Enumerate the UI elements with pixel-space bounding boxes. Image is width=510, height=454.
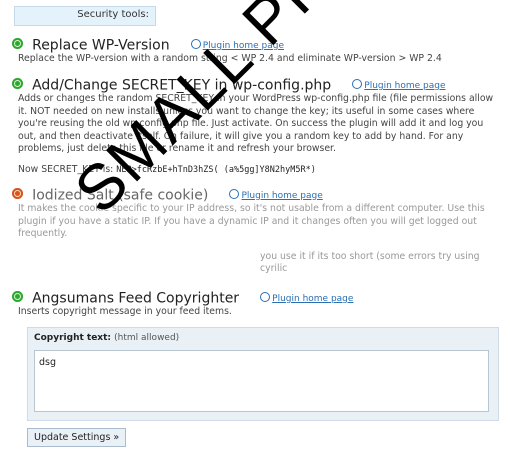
section-header: Security tools: xyxy=(14,6,156,26)
copyright-text-input[interactable] xyxy=(34,350,489,412)
update-settings-button[interactable]: Update Settings » xyxy=(27,428,127,447)
plugin-note: you use it if its too short (some errors… xyxy=(260,250,480,275)
plugin-home-link[interactable]: Plugin home page xyxy=(352,79,446,91)
plugin-description: Adds or changes the random SECRET_KEY in… xyxy=(18,93,494,155)
status-on-icon[interactable] xyxy=(12,78,23,89)
link-icon xyxy=(260,292,271,303)
copyright-note: (html allowed) xyxy=(114,333,180,343)
plugin-home-link[interactable]: Plugin home page xyxy=(260,292,353,304)
secret-key-value: NEP>fcRzbE+hTnD3hZS( (a%5gg]Y8N2hyM5R*) xyxy=(116,164,316,175)
status-off-icon[interactable] xyxy=(12,188,23,199)
plugin-home-link[interactable]: Plugin home page xyxy=(229,189,323,201)
plugin-title: Add/Change SECRET_KEY in wp-config.php xyxy=(32,77,332,94)
plugin-iodized-salt: Iodized Salt (safe cookie) Plugin home p… xyxy=(12,185,500,276)
plugin-title: Replace WP-Version xyxy=(32,37,170,54)
copyright-label: Copyright text: (html allowed) xyxy=(34,333,180,343)
section-header-title: Security tools: xyxy=(77,9,149,20)
plugin-description: Inserts copyright message in your feed i… xyxy=(18,306,232,317)
status-on-icon[interactable] xyxy=(12,38,23,49)
plugin-title: Iodized Salt (safe cookie) xyxy=(32,187,209,204)
plugin-secret-key: Add/Change SECRET_KEY in wp-config.php P… xyxy=(12,75,500,175)
plugin-title: Angsumans Feed Copyrighter xyxy=(32,290,240,307)
plugin-description: Replace the WP-version with a random str… xyxy=(18,53,442,64)
link-icon xyxy=(229,189,240,200)
copyright-panel: Copyright text: (html allowed) xyxy=(27,327,499,421)
secret-key-readout: Now SECRET_KEY is: NEP>fcRzbE+hTnD3hZS( … xyxy=(18,164,500,175)
status-on-icon[interactable] xyxy=(12,291,23,302)
plugin-replace-wp-version: Replace WP-Version Plugin home page Repl… xyxy=(12,35,502,66)
plugin-feed-copyrighter: Angsumans Feed Copyrighter Plugin home p… xyxy=(12,288,500,319)
link-icon xyxy=(190,39,201,50)
secret-key-label: Now SECRET_KEY is: xyxy=(18,163,114,175)
link-icon xyxy=(352,79,363,90)
plugin-description: It makes the cookie specific to your IP … xyxy=(18,203,485,240)
plugin-home-link[interactable]: Plugin home page xyxy=(190,39,284,51)
